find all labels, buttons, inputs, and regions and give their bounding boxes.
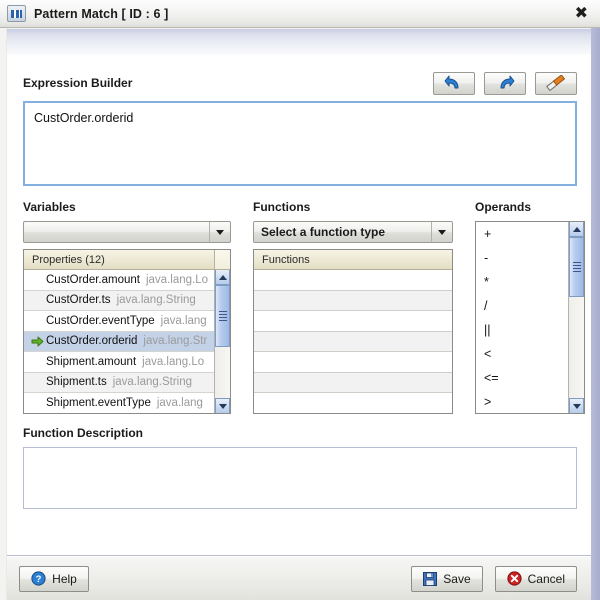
operands-panel: Operands + - * / || < <= >	[475, 200, 585, 414]
variable-name: CustOrder.orderid	[46, 335, 138, 348]
cancel-icon	[507, 571, 522, 586]
list-item[interactable]	[254, 311, 452, 332]
help-button-label: Help	[52, 571, 77, 586]
cancel-button[interactable]: Cancel	[494, 565, 577, 592]
scrollbar-track[interactable]	[215, 285, 230, 398]
list-item[interactable]	[254, 331, 452, 352]
dialog-body: Expression Builder CustOrder.orderid Var…	[7, 56, 591, 555]
list-item[interactable]	[254, 372, 452, 393]
variable-type: java.lang.Str	[143, 335, 208, 348]
clear-button[interactable]	[535, 71, 577, 95]
function-type-value: Select a function type	[261, 225, 386, 239]
variables-rows: CustOrder.amount java.lang.Lo CustOrder.…	[24, 270, 230, 413]
scrollbar-thumb[interactable]	[215, 285, 230, 347]
close-icon[interactable]: ✖	[569, 4, 594, 23]
save-icon	[423, 571, 438, 586]
functions-list-header: Functions	[254, 250, 452, 270]
green-arrow-icon	[31, 336, 43, 347]
variable-name: CustOrder.eventType	[46, 314, 155, 327]
application-window-icon	[7, 5, 26, 22]
list-item[interactable]	[254, 352, 452, 373]
list-item[interactable]	[254, 393, 452, 413]
variables-label: Variables	[23, 200, 76, 214]
variables-panel: Variables Properties (12) CustOrder.amou…	[23, 200, 231, 414]
table-row[interactable]: Shipment.amount java.lang.Lo	[24, 352, 230, 373]
table-row[interactable]: Shipment.ts java.lang.String	[24, 372, 230, 393]
scroll-up-icon[interactable]	[215, 270, 230, 285]
redo-button[interactable]	[484, 71, 526, 95]
list-item[interactable]	[254, 290, 452, 311]
table-row-selected[interactable]: CustOrder.orderid java.lang.Str	[24, 331, 230, 352]
variable-type: java.lang.Lo	[142, 355, 205, 368]
redo-icon	[500, 75, 515, 89]
scrollbar-thumb[interactable]	[569, 237, 584, 297]
variables-dropdown[interactable]	[23, 221, 231, 243]
scrollbar-track[interactable]	[569, 237, 584, 398]
cancel-button-label: Cancel	[527, 571, 565, 586]
variables-listbox[interactable]: Properties (12) CustOrder.amount java.la…	[23, 249, 231, 414]
variables-scrollbar[interactable]	[214, 270, 230, 413]
variables-list-header: Properties (12)	[24, 250, 230, 270]
table-row[interactable]: CustOrder.eventType java.lang	[24, 311, 230, 332]
variables-list-header-gap	[214, 250, 230, 270]
scroll-up-icon[interactable]	[569, 222, 584, 237]
undo-button[interactable]	[433, 71, 475, 95]
operands-listbox[interactable]: + - * / || < <= >	[475, 221, 585, 414]
variable-name: Shipment.ts	[46, 376, 107, 389]
table-row[interactable]: CustOrder.ts java.lang.String	[24, 290, 230, 311]
operands-label: Operands	[475, 200, 532, 214]
expression-toolbar	[433, 71, 577, 95]
function-type-dropdown[interactable]: Select a function type	[253, 221, 453, 243]
left-edge	[0, 28, 7, 600]
functions-panel: Functions Select a function type Functio…	[253, 200, 453, 414]
save-button[interactable]: Save	[411, 565, 483, 592]
table-row[interactable]: CustOrder.amount java.lang.Lo	[24, 270, 230, 291]
function-description-section: Function Description	[23, 426, 577, 509]
table-row[interactable]: Shipment.eventType java.lang	[24, 393, 230, 413]
function-description-textarea[interactable]	[23, 447, 577, 509]
list-item[interactable]	[254, 270, 452, 291]
right-edge	[591, 28, 600, 600]
selector-columns: Variables Properties (12) CustOrder.amou…	[23, 200, 585, 414]
expression-textarea[interactable]: CustOrder.orderid	[23, 101, 577, 186]
operands-scrollbar[interactable]	[568, 222, 584, 413]
variable-name: Shipment.eventType	[46, 396, 151, 409]
header-strip	[7, 29, 591, 56]
variable-type: java.lang.String	[116, 294, 196, 307]
variable-type: java.lang	[160, 314, 207, 327]
footer-actions: Save Cancel	[411, 565, 577, 592]
variable-type: java.lang.Lo	[145, 273, 208, 286]
variable-type: java.lang	[156, 396, 203, 409]
variable-name: CustOrder.ts	[46, 294, 111, 307]
functions-listbox[interactable]: Functions	[253, 249, 453, 414]
undo-icon	[444, 75, 459, 89]
variable-name: Shipment.amount	[46, 355, 137, 368]
eraser-icon	[546, 75, 566, 91]
function-description-label: Function Description	[23, 426, 143, 440]
svg-text:?: ?	[36, 574, 42, 585]
window-title: Pattern Match [ ID : 6 ]	[34, 6, 169, 21]
variable-name: CustOrder.amount	[46, 273, 140, 286]
help-icon: ?	[31, 571, 46, 586]
save-button-label: Save	[443, 571, 471, 586]
expression-builder-label: Expression Builder	[23, 76, 133, 90]
help-button[interactable]: ? Help	[19, 565, 89, 592]
chevron-down-icon	[209, 222, 230, 242]
scroll-down-icon[interactable]	[569, 398, 584, 413]
title-bar: Pattern Match [ ID : 6 ] ✖	[0, 0, 600, 28]
scroll-down-icon[interactable]	[215, 398, 230, 413]
dialog-footer: ? Help Save Cancel	[7, 556, 591, 600]
chevron-down-icon	[431, 222, 452, 242]
selected-row-arrow-icon	[28, 336, 46, 347]
functions-label: Functions	[253, 200, 311, 214]
functions-rows	[254, 270, 452, 413]
expression-builder-header: Expression Builder	[23, 70, 577, 96]
pattern-match-dialog: Pattern Match [ ID : 6 ] ✖ Expression Bu…	[0, 0, 600, 600]
variable-type: java.lang.String	[112, 376, 193, 389]
